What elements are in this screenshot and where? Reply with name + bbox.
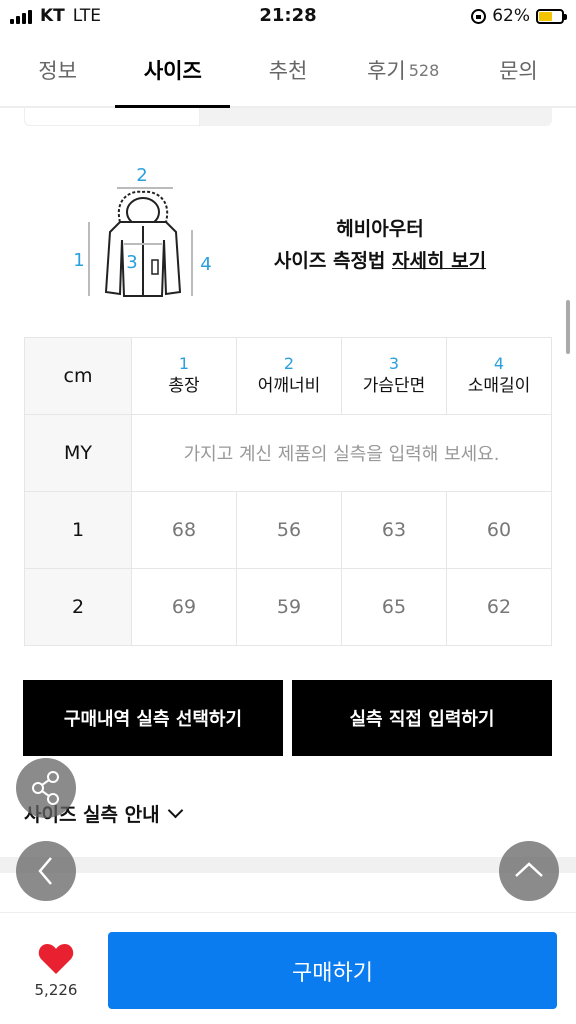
buy-button[interactable]: 구매하기 (108, 932, 557, 1009)
jacket-illustration: 2 1 4 3 (70, 160, 220, 305)
marker-4: 4 (200, 254, 211, 275)
unit-cell: cm (24, 337, 132, 415)
table-cell: 69 (131, 568, 237, 646)
tab-inquiry[interactable]: 문의 (461, 34, 576, 106)
chevron-down-icon (167, 802, 183, 819)
column-header: 2 어깨너비 (236, 337, 342, 415)
table-cell: 65 (341, 568, 447, 646)
chevron-left-icon (38, 857, 52, 885)
marker-2: 2 (136, 165, 147, 186)
size-guide: 헤비아우터 사이즈 측정법 자세히 보기 (240, 213, 520, 277)
column-header: 4 소매길이 (446, 337, 552, 415)
table-row: 2 69 59 65 62 (24, 568, 552, 646)
review-count: 528 (408, 60, 440, 80)
table-cell: 60 (446, 491, 552, 569)
battery-percent: 62% (492, 6, 530, 26)
tab-label: 정보 (38, 59, 77, 83)
share-button[interactable] (16, 758, 76, 818)
status-right: 62% (471, 6, 567, 26)
scroll-top-button[interactable] (499, 841, 559, 901)
status-bar: KT LTE 21:28 62% (0, 0, 576, 34)
size-table: cm 1 총장 2 어깨너비 3 가슴단면 4 소매길이 MY 가지고 계신 제품의 실… (24, 337, 552, 646)
column-number: 1 (178, 354, 190, 373)
back-button[interactable] (16, 841, 76, 901)
my-size-input[interactable]: 가지고 계신 제품의 실측을 입력해 보세요. (131, 414, 552, 492)
select-purchase-measure-button[interactable]: 구매내역 실측 선택하기 (23, 680, 283, 756)
tab-label: 문의 (499, 59, 538, 83)
size-label: 1 (24, 491, 132, 569)
column-label: 총장 (168, 376, 200, 396)
column-number: 4 (493, 354, 505, 373)
column-label: 소매길이 (467, 376, 531, 396)
direct-input-measure-button[interactable]: 실측 직접 입력하기 (292, 680, 552, 756)
size-label: 2 (24, 568, 132, 646)
bottom-bar: 5,226 구매하기 (0, 912, 576, 1024)
column-header: 1 총장 (131, 337, 237, 415)
like-button[interactable]: 5,226 (28, 943, 84, 999)
share-icon (32, 771, 59, 805)
partial-size-selector (24, 108, 552, 126)
measure-guide-prefix: 사이즈 측정법 (273, 250, 386, 272)
table-cell: 68 (131, 491, 237, 569)
column-label: 어깨너비 (257, 376, 321, 396)
tab-size[interactable]: 사이즈 (115, 34, 231, 108)
tab-info[interactable]: 정보 (0, 34, 115, 106)
rotation-lock-icon (471, 8, 487, 24)
tab-label: 추천 (268, 59, 308, 83)
heavy-outer-diagram: 2 1 4 3 (73, 165, 212, 297)
table-cell: 56 (236, 491, 342, 569)
measure-guide-line: 사이즈 측정법 자세히 보기 (240, 245, 520, 277)
column-number: 3 (388, 354, 400, 373)
product-type: 헤비아우터 (336, 218, 424, 240)
column-label: 가슴단면 (362, 376, 426, 396)
table-row: 1 68 56 63 60 (24, 491, 552, 569)
scrollbar[interactable] (566, 300, 570, 354)
marker-1: 1 (73, 250, 84, 271)
tab-label: 후기 (367, 59, 406, 83)
table-header-row: cm 1 총장 2 어깨너비 3 가슴단면 4 소매길이 (24, 337, 552, 415)
my-size-placeholder: 가지고 계신 제품의 실측을 입력해 보세요. (183, 444, 500, 465)
marker-3: 3 (126, 252, 137, 273)
tab-reviews[interactable]: 후기 528 (346, 34, 461, 106)
column-number: 2 (283, 354, 295, 373)
table-cell: 62 (446, 568, 552, 646)
heart-icon (38, 944, 74, 974)
battery-icon (536, 8, 567, 24)
table-cell: 63 (341, 491, 447, 569)
measure-guide-link[interactable]: 자세히 보기 (392, 250, 486, 272)
table-cell: 59 (236, 568, 342, 646)
chevron-up-icon (515, 862, 543, 877)
tab-label: 사이즈 (143, 59, 202, 83)
my-size-row: MY 가지고 계신 제품의 실측을 입력해 보세요. (24, 414, 552, 492)
like-count: 5,226 (34, 981, 78, 999)
product-tabs: 정보 사이즈 추천 후기 528 문의 (0, 34, 576, 108)
column-header: 3 가슴단면 (341, 337, 447, 415)
tab-recommend[interactable]: 추천 (230, 34, 345, 106)
my-label: MY (24, 414, 132, 492)
section-divider (0, 857, 576, 873)
